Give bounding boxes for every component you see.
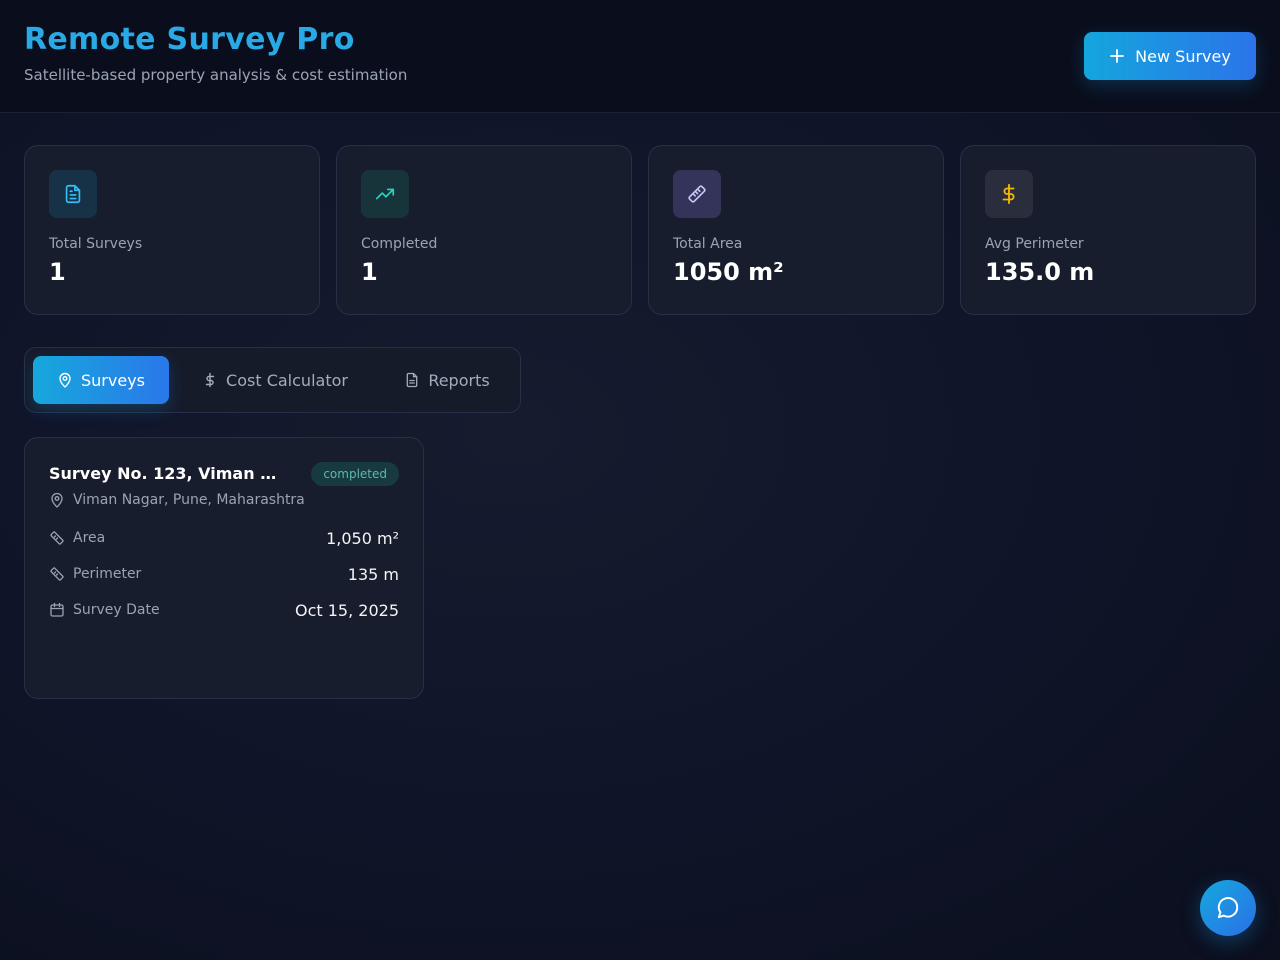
new-survey-button[interactable]: New Survey: [1084, 32, 1256, 80]
survey-row-area: Area 1,050 m²: [49, 527, 399, 549]
survey-row-date: Survey Date Oct 15, 2025: [49, 599, 399, 621]
tab-label: Reports: [428, 370, 490, 390]
plus-icon: [1110, 49, 1125, 63]
stat-label: Total Area: [673, 236, 743, 252]
survey-title: Survey No. 123, Viman Nagar: [49, 464, 279, 483]
stat-label: Total Surveys: [49, 236, 143, 252]
row-value: Oct 15, 2025: [295, 600, 399, 620]
survey-location: Viman Nagar, Pune, Maharashtra: [49, 492, 305, 508]
survey-row-perimeter: Perimeter 135 m: [49, 563, 399, 585]
stat-card-total-area: Total Area 1050 m²: [648, 145, 944, 315]
row-value: 1,050 m²: [326, 528, 399, 548]
map-pin-icon: [59, 372, 71, 388]
calendar-icon: [50, 602, 64, 617]
survey-card[interactable]: Survey No. 123, Viman Nagar completed Vi…: [24, 437, 424, 699]
stat-value: 1: [49, 258, 66, 286]
ruler-icon: [673, 170, 721, 218]
document-icon: [49, 170, 97, 218]
location-text: Viman Nagar, Pune, Maharashtra: [73, 492, 305, 508]
app-title: Remote Survey Pro: [24, 22, 355, 57]
tab-cost-calculator[interactable]: Cost Calculator: [185, 356, 365, 404]
stat-value: 1: [361, 258, 378, 286]
row-label: Area: [73, 530, 106, 546]
stat-label: Completed: [361, 236, 438, 252]
row-label: Perimeter: [73, 566, 142, 582]
app-subtitle: Satellite-based property analysis & cost…: [24, 66, 408, 84]
stat-card-completed: Completed 1: [336, 145, 632, 315]
ruler-icon: [50, 531, 64, 545]
stat-value: 1050 m²: [673, 258, 784, 286]
row-value: 135 m: [347, 564, 399, 584]
row-label: Survey Date: [73, 602, 160, 618]
stat-card-total-surveys: Total Surveys 1: [24, 145, 320, 315]
app-header: Remote Survey Pro Satellite-based proper…: [0, 0, 1280, 113]
trending-up-icon: [361, 170, 409, 218]
tab-bar: Surveys Cost Calculator Reports: [24, 347, 521, 413]
stat-value: 135.0 m: [985, 258, 1095, 286]
dollar-icon: [985, 170, 1033, 218]
tab-surveys[interactable]: Surveys: [33, 356, 169, 404]
tab-label: Surveys: [81, 370, 145, 390]
status-badge: completed: [311, 462, 399, 486]
dollar-icon: [205, 372, 215, 388]
ruler-icon: [50, 567, 64, 581]
tab-reports[interactable]: Reports: [385, 356, 509, 404]
chat-bubble-icon: [1217, 897, 1239, 919]
map-pin-icon: [51, 492, 63, 508]
chat-button[interactable]: [1200, 880, 1256, 936]
new-survey-label: New Survey: [1135, 46, 1231, 66]
stat-label: Avg Perimeter: [985, 236, 1084, 252]
stat-card-avg-perimeter: Avg Perimeter 135.0 m: [960, 145, 1256, 315]
tab-label: Cost Calculator: [226, 370, 348, 390]
document-icon: [406, 372, 418, 388]
